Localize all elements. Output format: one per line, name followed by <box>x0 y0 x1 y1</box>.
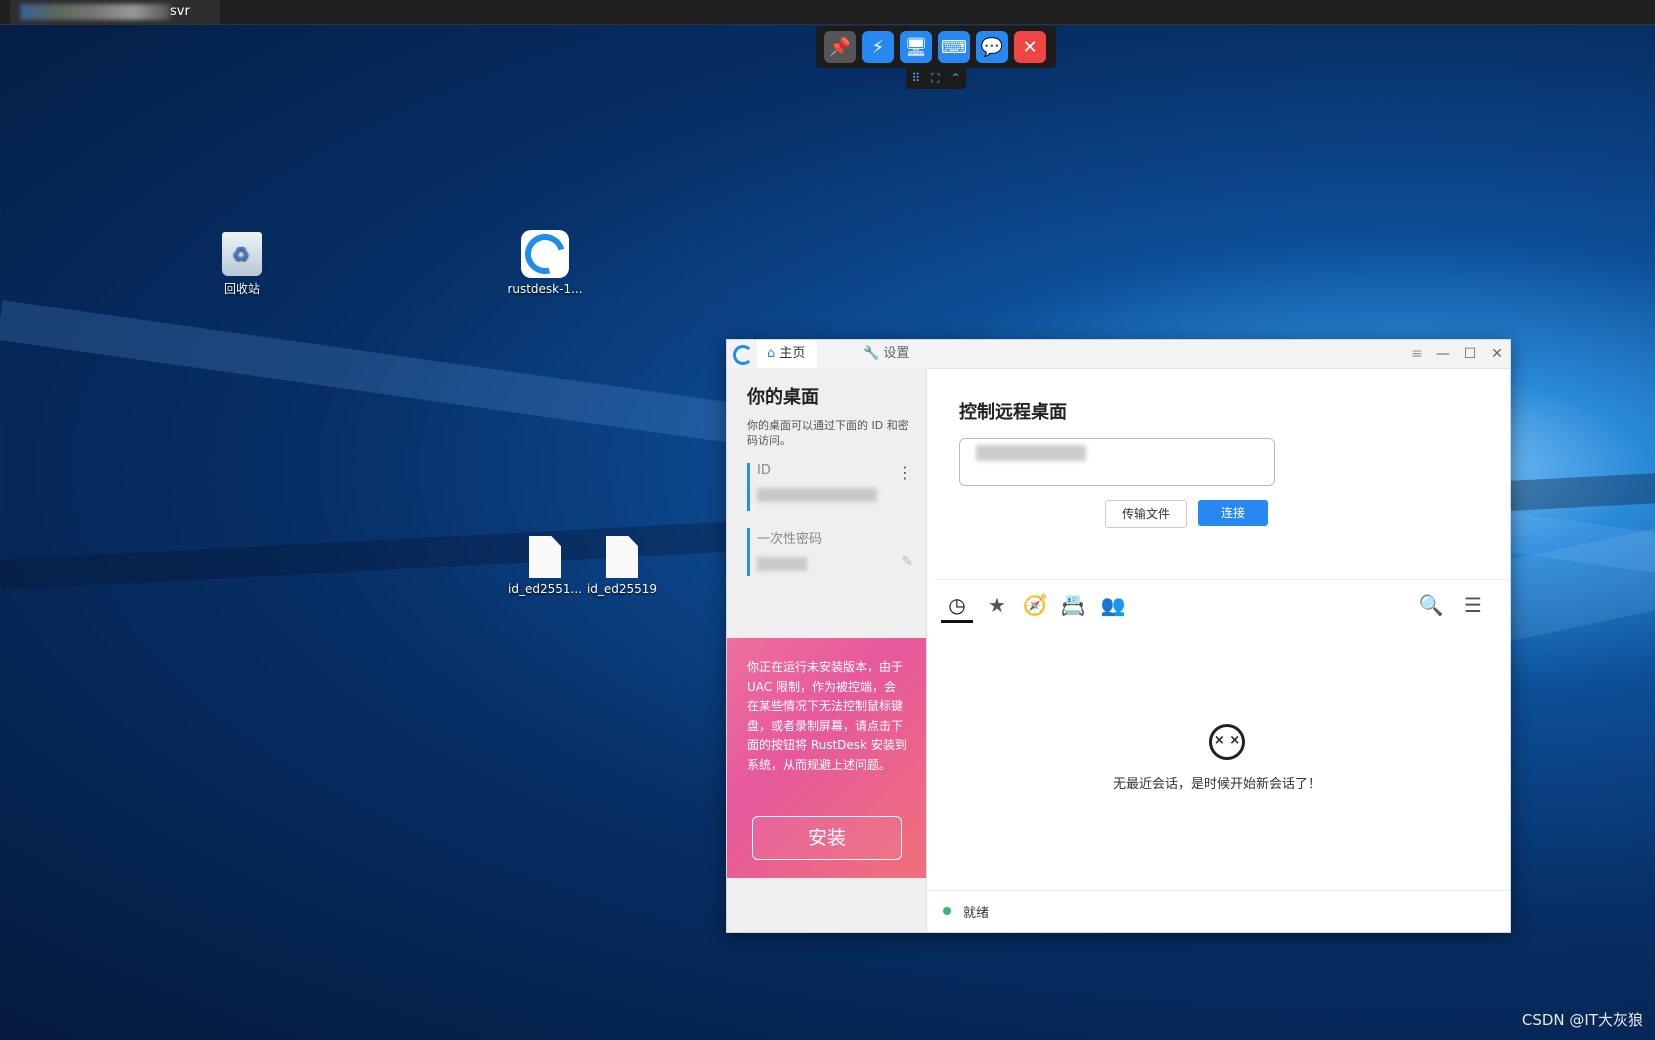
session-tab[interactable]: svr <box>10 0 220 24</box>
tab-home[interactable]: ⌂ 主页 <box>757 340 818 368</box>
recent-sessions-icon[interactable]: ◷ <box>941 590 973 623</box>
watermark: CSDN @IT大灰狼 <box>1521 1011 1643 1029</box>
status-bar: 就绪 <box>927 890 1510 933</box>
monitor-icon[interactable]: 🖥 <box>900 31 932 63</box>
connect-button[interactable]: 连接 <box>1198 500 1268 526</box>
install-warning-text: 你正在运行未安装版本，由于 UAC 限制，作为被控端，会在某些情况下无法控制鼠标… <box>747 660 907 772</box>
favorites-icon[interactable]: ★ <box>981 590 1013 620</box>
transfer-file-button[interactable]: 传输文件 <box>1105 500 1187 528</box>
chevron-up-icon[interactable]: ⌃ <box>950 71 960 85</box>
desktop-icon-label: rustdesk-1... <box>507 282 583 296</box>
remote-control-card: 控制远程桌面 传输文件 连接 <box>945 380 1275 542</box>
window-titlebar[interactable]: ⌂ 主页 🔧 设置 ≡ — ☐ ✕ <box>727 340 1510 369</box>
group-icon[interactable]: 👥 <box>1097 590 1129 620</box>
remote-session-tabbar: svr <box>0 0 1655 25</box>
file-icon <box>529 536 561 578</box>
desktop-icon-rustdesk[interactable]: rustdesk-1... <box>500 226 590 296</box>
file-icon <box>606 536 638 578</box>
desktop-icon-label: 回收站 <box>223 282 260 296</box>
rustdesk-logo-icon <box>733 345 753 365</box>
empty-sessions-message: 无最近会话，是时候开始新会话了！ <box>1112 777 1321 792</box>
lightning-icon[interactable]: ⚡ <box>862 31 894 63</box>
password-field: 一次性密码 ✎ <box>747 528 917 576</box>
install-button[interactable]: 安装 <box>752 816 902 860</box>
remote-id-input[interactable] <box>959 438 1275 486</box>
address-book-icon[interactable]: 📇 <box>1057 590 1089 620</box>
desktop-icon-label: id_ed25519 <box>586 582 658 596</box>
your-desktop-title: 你的桌面 <box>747 387 819 408</box>
id-field: ID ⋮ <box>747 463 917 511</box>
session-tab-label: svr <box>170 4 190 19</box>
pin-icon[interactable]: 📌 <box>824 31 856 63</box>
id-value[interactable] <box>757 488 877 502</box>
rustdesk-window: ⌂ 主页 🔧 设置 ≡ — ☐ ✕ 你的桌面 你的桌面可以通过下面的 ID 和密… <box>726 339 1511 933</box>
password-value[interactable] <box>757 557 807 571</box>
your-desktop-description: 你的桌面可以通过下面的 ID 和密码访问。 <box>747 419 909 447</box>
edit-icon[interactable]: ✎ <box>901 554 913 570</box>
keyboard-icon[interactable]: ⌨ <box>938 31 970 63</box>
tab-home-label: 主页 <box>779 346 806 361</box>
desktop-icon-recycle-bin[interactable]: 回收站 <box>197 232 287 297</box>
minimize-icon[interactable]: — <box>1430 340 1456 368</box>
search-icon[interactable]: 🔍 <box>1415 590 1447 620</box>
recycle-bin-icon <box>222 232 262 276</box>
sad-face-icon: × × <box>1209 724 1245 760</box>
toolbar-drag-handle[interactable]: ⠿ ⛶ ⌃ <box>906 67 966 89</box>
menu-icon[interactable]: ≡ <box>1404 340 1430 368</box>
rustdesk-logo-icon <box>517 226 573 282</box>
wrench-icon: 🔧 <box>863 346 880 361</box>
divider <box>935 579 1510 580</box>
maximize-icon[interactable]: ☐ <box>1457 340 1483 368</box>
fullscreen-icon[interactable]: ⛶ <box>931 71 939 86</box>
status-text: 就绪 <box>963 906 990 921</box>
drag-grip-icon[interactable]: ⠿ <box>911 71 920 85</box>
remote-toolbar: 📌 ⚡ 🖥 ⌨ 💬 ✕ <box>816 26 1056 68</box>
more-vert-icon[interactable]: ⋮ <box>897 463 913 482</box>
tab-settings-label: 设置 <box>883 346 910 361</box>
install-warning-banner: 你正在运行未安装版本，由于 UAC 限制，作为被控端，会在某些情况下无法控制鼠标… <box>727 638 926 878</box>
close-icon[interactable]: ✕ <box>1014 31 1046 63</box>
chat-icon[interactable]: 💬 <box>976 31 1008 63</box>
desktop-icon-file[interactable]: id_ed25519 <box>577 536 667 596</box>
remote-control-title: 控制远程桌面 <box>959 402 1067 423</box>
blurred-session-id <box>20 4 170 20</box>
list-view-icon[interactable]: ☰ <box>1457 590 1489 620</box>
status-indicator-icon <box>943 907 951 915</box>
id-label: ID <box>757 463 771 478</box>
right-panel: 控制远程桌面 传输文件 连接 ◷ ★ 🧭 📇 👥 🔍 ☰ × × 无最近会话，是… <box>927 368 1510 932</box>
password-label: 一次性密码 <box>757 532 823 547</box>
close-icon[interactable]: ✕ <box>1484 340 1510 368</box>
peer-tabs: ◷ ★ 🧭 📇 👥 🔍 ☰ <box>939 590 1499 624</box>
left-panel: 你的桌面 你的桌面可以通过下面的 ID 和密码访问。 ID ⋮ 一次性密码 ✎ … <box>727 368 927 932</box>
discovered-icon[interactable]: 🧭 <box>1019 590 1051 620</box>
home-icon: ⌂ <box>767 346 776 361</box>
tab-settings[interactable]: 🔧 设置 <box>853 340 921 368</box>
remote-id-value <box>976 445 1086 461</box>
